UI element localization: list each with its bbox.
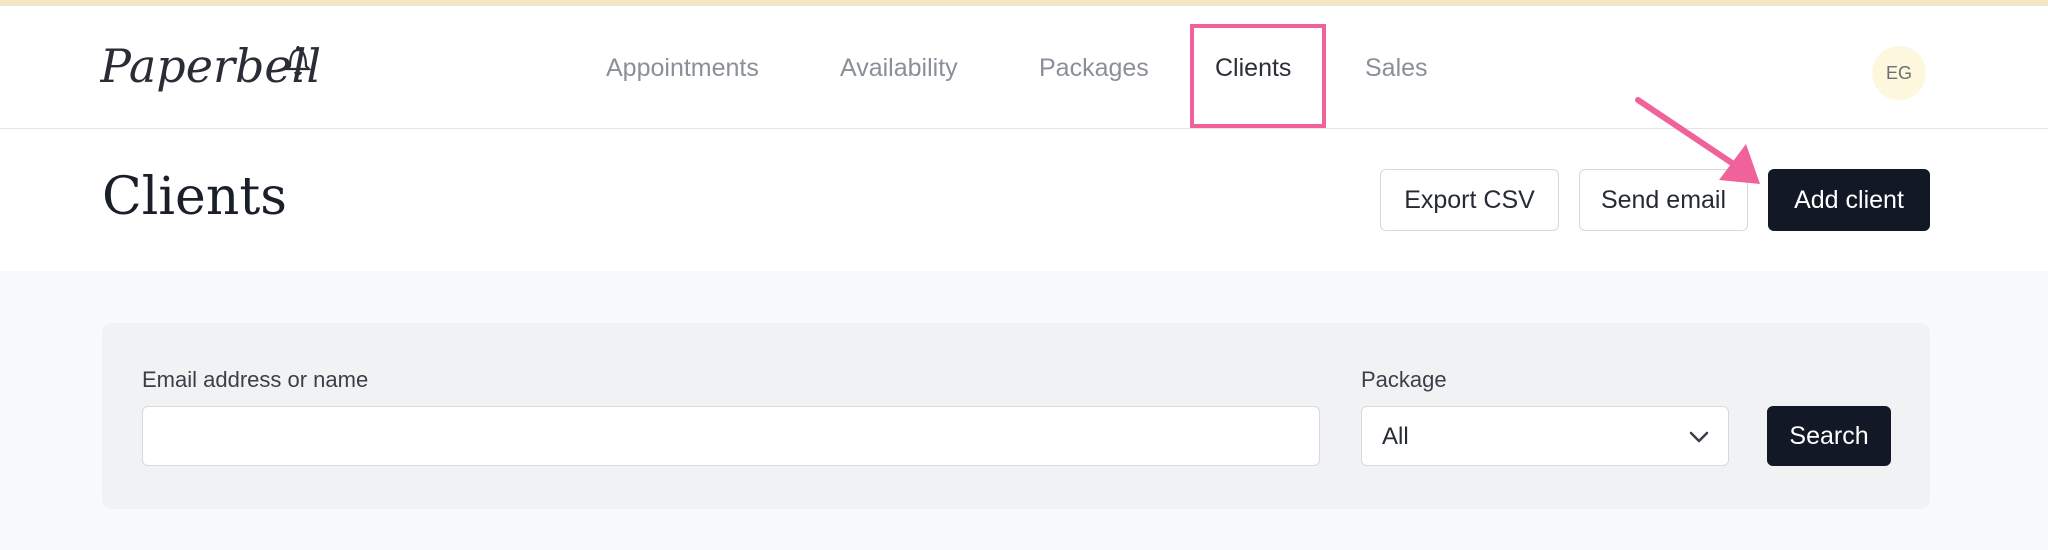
page-header: Clients Export CSV Send email Add client	[0, 129, 2048, 271]
logo-text: Paperbell	[100, 39, 320, 93]
chevron-down-icon	[1689, 431, 1709, 443]
user-avatar[interactable]: EG	[1872, 46, 1926, 100]
package-field-label: Package	[1361, 367, 1447, 392]
nav-availability[interactable]: Availability	[840, 54, 958, 83]
paperbell-logo[interactable]: Paperbell	[100, 22, 320, 122]
nav-clients[interactable]: Clients	[1215, 54, 1291, 83]
search-button[interactable]: Search	[1767, 406, 1891, 466]
send-email-button[interactable]: Send email	[1579, 169, 1748, 231]
nav-appointments[interactable]: Appointments	[606, 54, 759, 83]
top-navbar: Paperbell Appointments Availability Pack…	[0, 6, 2048, 129]
export-csv-button[interactable]: Export CSV	[1380, 169, 1559, 231]
page-title: Clients	[102, 167, 287, 227]
search-panel: Email address or name Package All Search	[102, 323, 1930, 509]
email-or-name-input[interactable]	[142, 406, 1320, 466]
nav-sales[interactable]: Sales	[1365, 54, 1428, 83]
package-select[interactable]: All	[1361, 406, 1729, 466]
email-field-label: Email address or name	[142, 367, 369, 392]
nav-packages[interactable]: Packages	[1039, 54, 1149, 83]
add-client-button[interactable]: Add client	[1768, 169, 1930, 231]
package-selected-value: All	[1382, 423, 1409, 450]
